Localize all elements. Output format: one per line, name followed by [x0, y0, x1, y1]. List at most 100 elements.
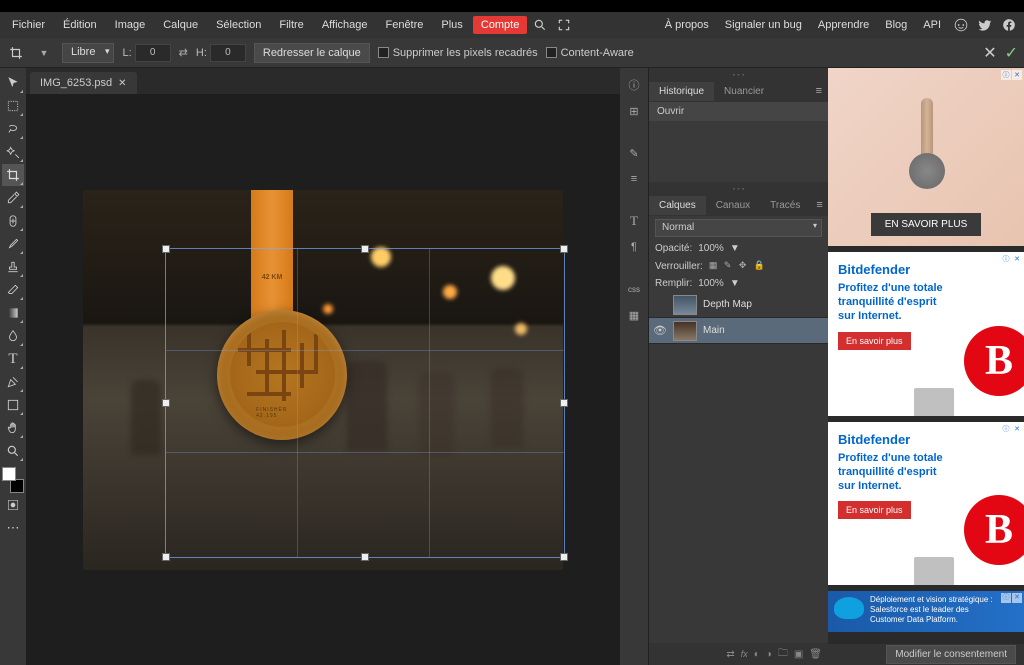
eyedropper-tool[interactable] [2, 187, 24, 209]
crop-handle-tr[interactable] [560, 245, 568, 253]
layer-item[interactable]: Depth Map [649, 292, 828, 318]
ad-cta-button[interactable]: EN SAVOIR PLUS [871, 213, 982, 236]
menu-filter[interactable]: Filtre [271, 15, 311, 35]
close-tab-icon[interactable]: ✕ [118, 78, 126, 89]
image-panel-icon[interactable]: ▦ [623, 304, 645, 326]
ad-banner-3[interactable]: ⓘ✕ Bitdefender Profitez d'une totaletran… [828, 422, 1024, 586]
crop-overlay[interactable] [165, 248, 565, 558]
panel-menu-icon[interactable]: ≡ [810, 199, 828, 211]
twitter-icon[interactable] [974, 14, 996, 36]
fg-color[interactable] [2, 467, 16, 481]
lock-all-icon[interactable]: 🔒 [754, 260, 766, 272]
paths-tab[interactable]: Tracés [760, 196, 810, 215]
brush-tool[interactable] [2, 233, 24, 255]
history-tab[interactable]: Historique [649, 82, 714, 101]
layers-tab[interactable]: Calques [649, 196, 706, 215]
opacity-dropdown-icon[interactable]: ▼ [730, 243, 740, 254]
fill-value[interactable]: 100% [698, 278, 724, 289]
ad-banner-2[interactable]: ⓘ✕ Bitdefender Profitez d'une totaletran… [828, 252, 1024, 416]
shape-tool[interactable] [2, 394, 24, 416]
type-tool[interactable]: T [2, 348, 24, 370]
swatches-tab[interactable]: Nuancier [714, 82, 774, 101]
crop-handle-br[interactable] [560, 553, 568, 561]
new-layer-icon[interactable]: ▣ [794, 649, 803, 660]
layer-item[interactable]: 👁 Main [649, 318, 828, 344]
cancel-icon[interactable]: ✕ [983, 43, 996, 63]
crop-handle-l[interactable] [162, 399, 170, 407]
hand-tool[interactable] [2, 417, 24, 439]
straighten-button[interactable]: Redresser le calque [254, 43, 370, 63]
ad-close-icon[interactable]: ✕ [1012, 424, 1022, 434]
lock-position-icon[interactable]: ✥ [739, 260, 751, 272]
ad-close-icon[interactable]: ✕ [1012, 70, 1022, 80]
crop-handle-bl[interactable] [162, 553, 170, 561]
ad-info-icon[interactable]: ⓘ [1001, 593, 1011, 603]
panel-grip[interactable] [649, 68, 828, 80]
adjustment-icon[interactable]: ◑ [766, 649, 772, 660]
link-api[interactable]: API [916, 15, 948, 35]
crop-handle-t[interactable] [361, 245, 369, 253]
color-swatches[interactable] [2, 467, 24, 493]
crop-handle-tl[interactable] [162, 245, 170, 253]
menu-layer[interactable]: Calque [155, 15, 206, 35]
search-icon[interactable] [529, 14, 551, 36]
commit-icon[interactable]: ✓ [1005, 43, 1018, 63]
facebook-icon[interactable] [998, 14, 1020, 36]
delete-layer-icon[interactable]: 🗑 [809, 649, 822, 660]
menu-edit[interactable]: Édition [55, 15, 105, 35]
menu-view[interactable]: Affichage [314, 15, 376, 35]
mask-icon[interactable]: ◐ [754, 649, 760, 660]
fx-icon[interactable]: fx [741, 649, 748, 659]
eraser-tool[interactable] [2, 279, 24, 301]
chevron-down-icon[interactable]: ▼ [34, 43, 54, 63]
ad-close-icon[interactable]: ✕ [1012, 254, 1022, 264]
ad-info-icon[interactable]: ⓘ [1001, 70, 1011, 80]
zoom-tool[interactable] [2, 440, 24, 462]
marquee-tool[interactable] [2, 95, 24, 117]
ad-close-icon[interactable]: ✕ [1012, 593, 1022, 603]
link-learn[interactable]: Apprendre [811, 15, 876, 35]
canvas[interactable]: 42 KM [26, 94, 620, 665]
ratio-select[interactable]: Libre [62, 43, 114, 63]
wand-tool[interactable] [2, 141, 24, 163]
delete-cropped-checkbox[interactable]: Supprimer les pixels recadrés [378, 47, 538, 59]
move-tool[interactable] [2, 72, 24, 94]
quick-mask[interactable] [2, 494, 24, 516]
swatches-panel-icon[interactable]: ⊞ [623, 100, 645, 122]
pen-tool[interactable] [2, 371, 24, 393]
blur-tool[interactable] [2, 325, 24, 347]
panel-grip[interactable] [649, 182, 828, 194]
menu-file[interactable]: Fichier [4, 15, 53, 35]
content-aware-checkbox[interactable]: Content-Aware [546, 47, 634, 59]
crop-handle-b[interactable] [361, 553, 369, 561]
lock-pixels-icon[interactable]: ✎ [724, 260, 736, 272]
swap-icon[interactable]: ⇄ [179, 46, 188, 59]
crop-tool[interactable] [2, 164, 24, 186]
blend-mode-select[interactable]: Normal [655, 219, 822, 237]
menu-more[interactable]: Plus [433, 15, 470, 35]
stamp-tool[interactable] [2, 256, 24, 278]
lasso-tool[interactable] [2, 118, 24, 140]
ad-cta-button[interactable]: En savoir plus [838, 332, 911, 350]
ad-info-icon[interactable]: ⓘ [1001, 424, 1011, 434]
panel-menu-icon[interactable]: ≡ [810, 85, 828, 97]
visibility-toggle[interactable]: 👁 [653, 324, 667, 337]
height-field[interactable]: H:0 [196, 44, 246, 62]
para-panel-icon[interactable]: ¶ [623, 236, 645, 258]
folder-icon[interactable]: 🗀 [778, 646, 788, 663]
brush-panel-icon[interactable]: ✎ [623, 142, 645, 164]
consent-button[interactable]: Modifier le consentement [886, 645, 1016, 664]
ad-banner-4[interactable]: ⓘ✕ Déploiement et vision stratégique : S… [828, 591, 1024, 632]
opacity-value[interactable]: 100% [698, 243, 724, 254]
css-panel-icon[interactable]: css [623, 278, 645, 300]
more-tools[interactable]: ⋯ [2, 517, 24, 539]
link-layers-icon[interactable]: ⇄ [726, 649, 734, 660]
fill-dropdown-icon[interactable]: ▼ [730, 278, 740, 289]
bg-color[interactable] [10, 479, 24, 493]
ad-info-icon[interactable]: ⓘ [1001, 254, 1011, 264]
menu-window[interactable]: Fenêtre [377, 15, 431, 35]
link-about[interactable]: À propos [658, 15, 716, 35]
char-panel-icon[interactable]: T [623, 210, 645, 232]
adjust-panel-icon[interactable]: ≡ [623, 168, 645, 190]
ad-cta-button[interactable]: En savoir plus [838, 501, 911, 519]
